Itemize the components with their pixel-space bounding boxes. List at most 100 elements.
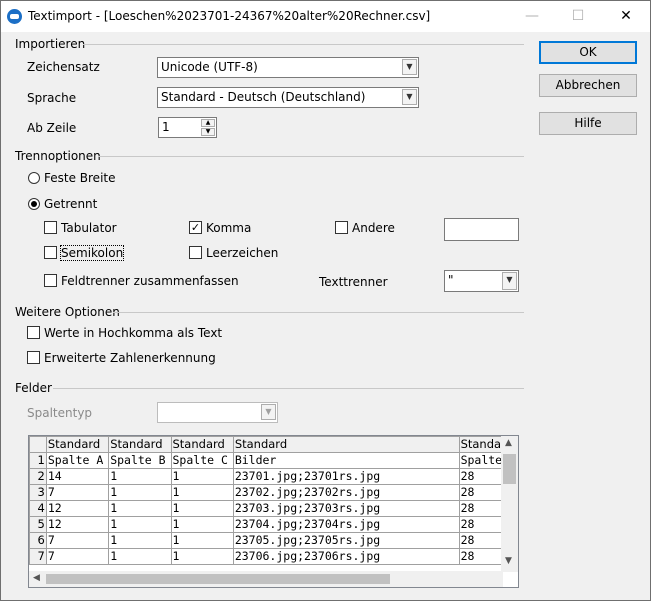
table-cell: 7 xyxy=(45,484,110,501)
preview-grid[interactable]: Standard Standard Standard Standard Stan… xyxy=(28,435,519,588)
table-cell: Spalte A xyxy=(45,452,110,469)
vertical-scrollbar[interactable]: ▲ ▼ xyxy=(501,436,518,572)
column-type-select[interactable]: ▼ xyxy=(157,402,278,423)
table-row: 3 7 1 1 23702.jpg;23702rs.jpg 28 xyxy=(29,484,518,501)
ok-button[interactable]: OK xyxy=(539,41,637,64)
horizontal-scrollbar[interactable]: ◀ xyxy=(29,571,503,587)
language-value: Standard - Deutsch (Deutschland) xyxy=(161,90,366,104)
spin-up-icon[interactable]: ▲ xyxy=(201,119,215,127)
table-cell: Bilder xyxy=(232,452,460,469)
tab-label[interactable]: Tabulator xyxy=(61,221,117,235)
table-cell: 1 xyxy=(170,548,234,565)
column-header[interactable]: Standard xyxy=(170,436,234,453)
separated-radio[interactable] xyxy=(28,198,40,210)
table-row: 6 7 1 1 23705.jpg;23705rs.jpg 28 xyxy=(29,532,518,549)
row-header[interactable]: 6 xyxy=(29,532,47,549)
semicolon-checkbox[interactable] xyxy=(44,246,57,259)
app-icon xyxy=(7,9,22,24)
separated-label[interactable]: Getrennt xyxy=(44,197,97,211)
detect-numbers-checkbox[interactable] xyxy=(27,351,40,364)
charset-value: Unicode (UTF-8) xyxy=(161,60,258,74)
column-header[interactable]: Standard xyxy=(108,436,172,453)
table-cell: 23702.jpg;23702rs.jpg xyxy=(232,484,460,501)
table-cell: 23704.jpg;23704rs.jpg xyxy=(232,516,460,533)
fixed-width-label[interactable]: Feste Breite xyxy=(44,171,116,185)
import-heading: Importieren xyxy=(15,37,86,51)
fromrow-value: 1 xyxy=(162,120,170,134)
table-cell: 23701.jpg;23701rs.jpg xyxy=(232,468,460,485)
fixed-width-radio[interactable] xyxy=(28,172,40,184)
table-cell: 1 xyxy=(170,516,234,533)
language-label: Sprache xyxy=(27,91,77,105)
row-header[interactable]: 1 xyxy=(29,452,47,469)
other-label[interactable]: Andere xyxy=(352,221,395,235)
cancel-button[interactable]: Abbrechen xyxy=(539,74,637,97)
chevron-down-icon[interactable]: ▼ xyxy=(402,59,417,75)
table-cell: 23703.jpg;23703rs.jpg xyxy=(232,500,460,517)
semicolon-label[interactable]: Semikolon xyxy=(59,245,125,261)
other-options-heading: Weitere Optionen xyxy=(15,305,120,319)
merge-label[interactable]: Feldtrenner zusammenfassen xyxy=(61,274,239,288)
divider xyxy=(53,388,524,389)
table-row: 2 14 1 1 23701.jpg;23701rs.jpg 28 xyxy=(29,468,518,485)
table-row: 1 Spalte A Spalte B Spalte C Bilder Spalte E xyxy=(29,452,518,469)
row-header[interactable]: 3 xyxy=(29,484,47,501)
row-header[interactable]: 5 xyxy=(29,516,47,533)
maximize-button[interactable]: ☐ xyxy=(555,1,601,32)
comma-checkbox[interactable]: ✓ xyxy=(189,221,202,234)
divider xyxy=(83,44,524,45)
title-bar: Textimport - [Loeschen%2023701-24367%20a… xyxy=(1,1,650,32)
table-cell: 1 xyxy=(108,468,172,485)
table-cell: 23705.jpg;23705rs.jpg xyxy=(232,532,460,549)
table-row: 7 7 1 1 23706.jpg;23706rs.jpg 28 xyxy=(29,548,518,565)
table-cell: Spalte B xyxy=(108,452,172,469)
close-button[interactable]: ✕ xyxy=(603,1,649,32)
merge-checkbox[interactable] xyxy=(44,274,57,287)
chevron-down-icon[interactable]: ▼ xyxy=(502,272,517,290)
scroll-down-icon[interactable]: ▼ xyxy=(505,556,512,566)
grid-header-row: Standard Standard Standard Standard Stan… xyxy=(29,436,518,453)
detect-numbers-label[interactable]: Erweiterte Zahlenerkennung xyxy=(44,351,216,365)
minimize-button[interactable]: — xyxy=(509,1,555,32)
charset-label: Zeichensatz xyxy=(27,60,100,74)
table-cell: 1 xyxy=(170,500,234,517)
charset-select[interactable]: Unicode (UTF-8) ▼ xyxy=(157,57,419,78)
chevron-down-icon[interactable]: ▼ xyxy=(402,89,417,105)
table-cell: 1 xyxy=(170,532,234,549)
fromrow-spinner[interactable]: 1 ▲ ▼ xyxy=(158,117,217,138)
scroll-thumb[interactable] xyxy=(503,454,516,484)
fromrow-label: Ab Zeile xyxy=(27,121,77,135)
text-delimiter-value: " xyxy=(448,273,454,287)
table-cell: 1 xyxy=(108,484,172,501)
tab-checkbox[interactable] xyxy=(44,221,57,234)
quoted-as-text-label[interactable]: Werte in Hochkomma als Text xyxy=(44,326,222,340)
scroll-thumb[interactable] xyxy=(46,574,390,584)
help-button[interactable]: Hilfe xyxy=(539,112,637,135)
divider xyxy=(98,156,524,157)
column-type-label: Spaltentyp xyxy=(27,406,93,420)
scroll-up-icon[interactable]: ▲ xyxy=(505,438,512,448)
table-cell: 7 xyxy=(45,532,110,549)
space-label[interactable]: Leerzeichen xyxy=(206,246,278,260)
column-header[interactable]: Standard xyxy=(45,436,110,453)
column-header[interactable]: Standard xyxy=(232,436,460,453)
table-cell: 1 xyxy=(108,548,172,565)
chevron-down-icon[interactable]: ▼ xyxy=(261,404,276,420)
table-cell: 12 xyxy=(45,500,110,517)
textimport-dialog: Textimport - [Loeschen%2023701-24367%20a… xyxy=(0,0,651,601)
window-title: Textimport - [Loeschen%2023701-24367%20a… xyxy=(28,9,431,23)
row-header[interactable]: 7 xyxy=(29,548,47,565)
text-delimiter-select[interactable]: " ▼ xyxy=(444,270,519,292)
row-header[interactable]: 4 xyxy=(29,500,47,517)
table-cell: 1 xyxy=(108,532,172,549)
comma-label[interactable]: Komma xyxy=(206,221,251,235)
other-separator-input[interactable] xyxy=(444,218,519,241)
space-checkbox[interactable] xyxy=(189,246,202,259)
other-checkbox[interactable] xyxy=(335,221,348,234)
language-select[interactable]: Standard - Deutsch (Deutschland) ▼ xyxy=(157,87,419,108)
row-header[interactable]: 2 xyxy=(29,468,47,485)
spin-down-icon[interactable]: ▼ xyxy=(201,128,215,136)
quoted-as-text-checkbox[interactable] xyxy=(27,326,40,339)
text-delimiter-label: Texttrenner xyxy=(319,275,388,289)
scroll-left-icon[interactable]: ◀ xyxy=(33,573,40,583)
